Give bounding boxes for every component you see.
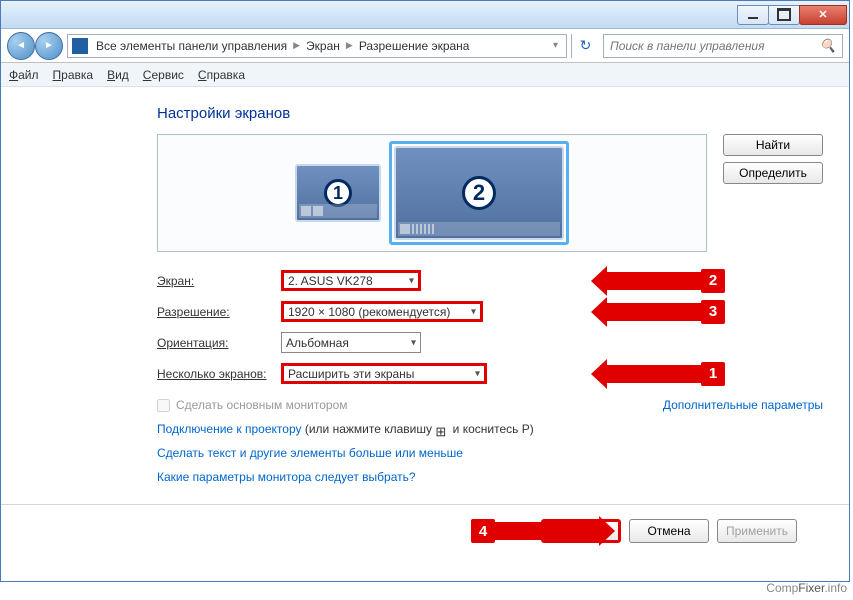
breadcrumb-chevron-icon: ▶ (342, 40, 357, 51)
make-primary-label: Сделать основным монитором (176, 398, 348, 412)
annotation-callout-1: 1 (701, 362, 725, 386)
orientation-dropdown[interactable]: Альбомная (281, 332, 421, 353)
control-panel-window: Все элементы панели управления ▶ Экран ▶… (0, 0, 850, 582)
search-box[interactable] (603, 34, 843, 58)
menu-edit[interactable]: Правка (53, 68, 94, 82)
display-arrangement-preview[interactable]: 1 2 (157, 134, 707, 252)
find-displays-button[interactable]: Найти (723, 134, 823, 156)
multiple-displays-dropdown[interactable]: Расширить эти экраны (281, 363, 487, 384)
screen-label: Экран: (157, 274, 281, 288)
address-dropdown-icon[interactable]: ▾ (553, 40, 558, 51)
menu-tools[interactable]: Сервис (143, 68, 184, 82)
projector-link-row: Подключение к проектору (или нажмите кла… (157, 422, 823, 436)
identify-displays-button[interactable]: Определить (723, 162, 823, 184)
which-settings-link[interactable]: Какие параметры монитора следует выбрать… (157, 470, 416, 484)
apply-button[interactable]: Применить (717, 519, 797, 543)
resolution-label: Разрешение: (157, 305, 281, 319)
menu-view[interactable]: Вид (107, 68, 129, 82)
screen-dropdown[interactable]: 2. ASUS VK278 (281, 270, 421, 291)
address-bar[interactable]: Все элементы панели управления ▶ Экран ▶… (67, 34, 567, 58)
content-area: Настройки экранов 1 2 Найти (1, 87, 849, 557)
navigation-bar: Все элементы панели управления ▶ Экран ▶… (1, 29, 849, 63)
menu-help[interactable]: Справка (198, 68, 245, 82)
make-primary-checkbox (157, 399, 170, 412)
projector-link[interactable]: Подключение к проектору (157, 422, 302, 436)
menu-bar: Файл Правка Вид Сервис Справка (1, 63, 849, 87)
search-input[interactable] (610, 39, 820, 53)
maximize-button[interactable] (768, 5, 800, 25)
advanced-settings-link[interactable]: Дополнительные параметры (663, 398, 823, 412)
control-panel-icon (72, 38, 88, 54)
breadcrumb-segment[interactable]: Все элементы панели управления (94, 39, 289, 53)
nav-forward-button[interactable] (35, 32, 63, 60)
text-size-link[interactable]: Сделать текст и другие элементы больше и… (157, 446, 463, 460)
breadcrumb-segment[interactable]: Разрешение экрана (357, 39, 472, 53)
resolution-dropdown[interactable]: 1920 × 1080 (рекомендуется) (281, 301, 483, 322)
windows-key-icon (435, 424, 449, 436)
close-button[interactable] (799, 5, 847, 25)
monitor-2-badge: 2 (462, 176, 496, 210)
multiple-displays-label: Несколько экранов: (157, 367, 281, 381)
nav-back-button[interactable] (7, 32, 35, 60)
watermark: CompFixer.info (766, 581, 847, 596)
breadcrumb-segment[interactable]: Экран (304, 39, 342, 53)
search-icon[interactable] (820, 37, 836, 54)
monitor-2-selected[interactable]: 2 (389, 141, 569, 245)
page-title: Настройки экранов (157, 105, 823, 122)
make-primary-checkbox-row: Сделать основным монитором (157, 398, 348, 412)
orientation-label: Ориентация: (157, 336, 281, 350)
window-title-bar (1, 1, 849, 29)
breadcrumb-chevron-icon: ▶ (289, 40, 304, 51)
footer-buttons: 4 OK Отмена Применить (157, 505, 823, 557)
monitor-1-badge: 1 (324, 179, 352, 207)
annotation-callout-4: 4 (471, 519, 495, 543)
annotation-callout-2: 2 (701, 269, 725, 293)
cancel-button[interactable]: Отмена (629, 519, 709, 543)
minimize-button[interactable] (737, 5, 769, 25)
monitor-1[interactable]: 1 (295, 164, 381, 222)
menu-file[interactable]: Файл (9, 68, 39, 82)
annotation-callout-3: 3 (701, 300, 725, 324)
refresh-button[interactable] (571, 34, 599, 58)
